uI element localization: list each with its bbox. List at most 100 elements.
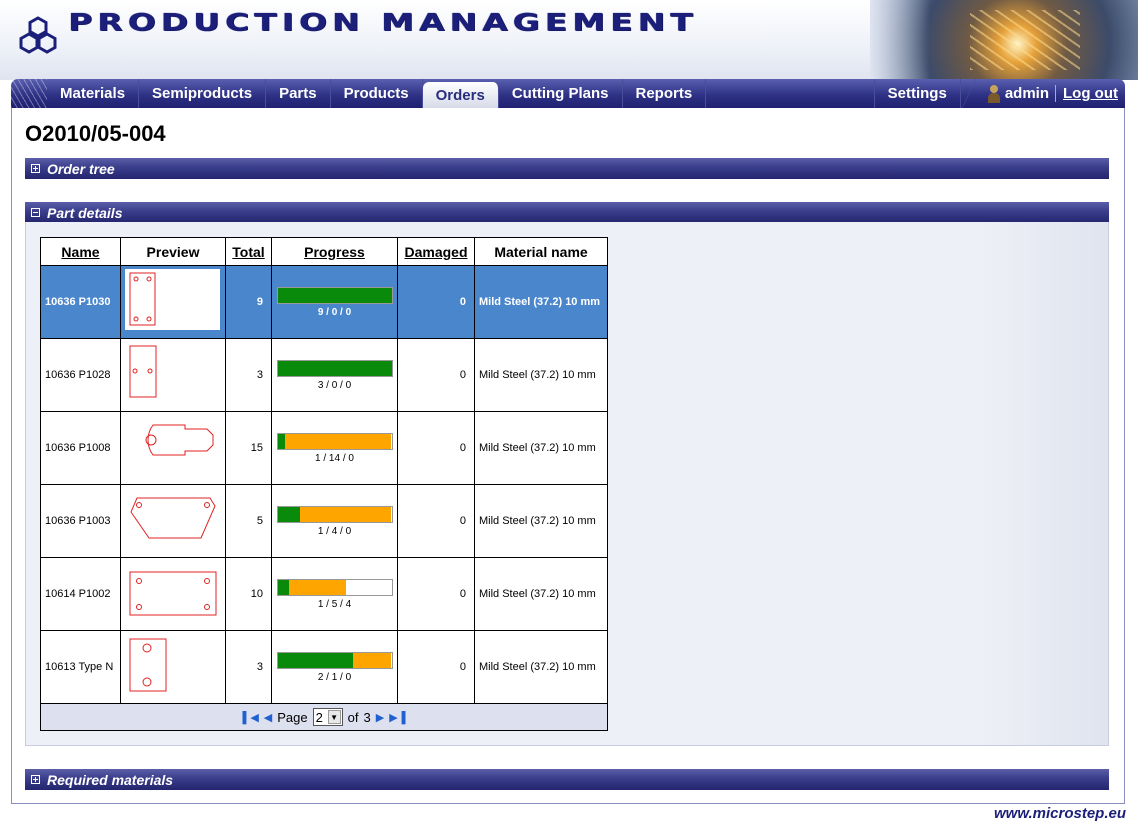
prev-page-icon[interactable]: ◀ bbox=[264, 711, 272, 724]
progress-bar bbox=[276, 578, 393, 596]
column-progress[interactable]: Progress bbox=[272, 238, 398, 265]
header-photo bbox=[870, 0, 1138, 80]
cell-damaged: 0 bbox=[398, 558, 475, 630]
app-header: PRODUCTION MANAGEMENT bbox=[0, 0, 1138, 80]
cell-name: 10614 P1002 bbox=[41, 558, 121, 630]
column-total[interactable]: Total bbox=[226, 238, 272, 265]
nav-settings[interactable]: Settings bbox=[873, 79, 961, 108]
expand-icon bbox=[31, 775, 40, 784]
panel-required-materials[interactable]: Required materials bbox=[25, 769, 1109, 790]
panel-part-details[interactable]: Part details bbox=[25, 202, 1109, 223]
cell-material: Mild Steel (37.2) 10 mm bbox=[479, 369, 596, 381]
part-preview-image bbox=[125, 634, 220, 695]
cell-total: 9 bbox=[226, 266, 272, 338]
collapse-icon bbox=[31, 208, 40, 217]
nav-orders[interactable]: Orders bbox=[422, 82, 499, 108]
cell-preview bbox=[121, 339, 226, 411]
progress-bar bbox=[276, 505, 393, 523]
user-name: admin bbox=[1004, 85, 1050, 102]
cell-total: 5 bbox=[226, 485, 272, 557]
nav-materials[interactable]: Materials bbox=[47, 79, 140, 108]
pager-page-label: Page bbox=[277, 709, 308, 725]
progress-label: 1 / 4 / 0 bbox=[317, 525, 352, 537]
part-preview-image bbox=[125, 415, 220, 476]
table-row[interactable]: 10636 P1008 15 1 / 14 / 0 0 Mild Steel (… bbox=[41, 412, 607, 485]
cell-progress: 2 / 1 / 0 bbox=[272, 631, 398, 703]
cell-preview bbox=[121, 558, 226, 630]
nav-divider bbox=[960, 79, 977, 108]
cell-damaged: 0 bbox=[398, 631, 475, 703]
app-title: PRODUCTION MANAGEMENT bbox=[68, 8, 698, 37]
column-name[interactable]: Name bbox=[41, 238, 121, 265]
progress-bar bbox=[276, 651, 393, 669]
main-nav: Materials Semiproducts Parts Products Or… bbox=[11, 79, 1125, 108]
cell-preview bbox=[121, 631, 226, 703]
cell-material: Mild Steel (37.2) 10 mm bbox=[479, 661, 596, 673]
page-title: O2010/05-004 bbox=[25, 121, 166, 146]
cell-name: 10636 P1030 bbox=[41, 266, 121, 338]
progress-bar bbox=[276, 432, 393, 450]
part-preview-image bbox=[125, 561, 220, 622]
table-header: Name Preview Total Progress Damaged Mate… bbox=[41, 238, 607, 266]
cell-material: Mild Steel (37.2) 10 mm bbox=[479, 442, 596, 454]
cell-total: 3 bbox=[226, 339, 272, 411]
cell-material: Mild Steel (37.2) 10 mm bbox=[479, 588, 596, 600]
progress-label: 3 / 0 / 0 bbox=[317, 379, 352, 391]
part-preview-image bbox=[125, 488, 220, 549]
user-icon bbox=[987, 84, 1001, 103]
first-page-icon[interactable]: ▌◀ bbox=[243, 711, 259, 724]
cell-progress: 9 / 0 / 0 bbox=[272, 266, 398, 338]
panel-title: Required materials bbox=[47, 771, 174, 788]
cell-material: Mild Steel (37.2) 10 mm bbox=[479, 296, 601, 308]
part-preview-image bbox=[125, 269, 220, 330]
table-row[interactable]: 10636 P1003 5 1 / 4 / 0 0 Mild Steel (37… bbox=[41, 485, 607, 558]
logout-link[interactable]: Log out bbox=[1056, 79, 1125, 108]
cell-progress: 3 / 0 / 0 bbox=[272, 339, 398, 411]
nav-decoration bbox=[11, 79, 47, 108]
footer-link[interactable]: www.microstep.eu bbox=[994, 805, 1126, 822]
panel-title: Part details bbox=[47, 204, 123, 221]
nav-parts[interactable]: Parts bbox=[266, 79, 331, 108]
nav-reports[interactable]: Reports bbox=[623, 79, 707, 108]
cell-total: 3 bbox=[226, 631, 272, 703]
part-details-body: Name Preview Total Progress Damaged Mate… bbox=[25, 222, 1109, 746]
expand-icon bbox=[31, 164, 40, 173]
main-content: O2010/05-004 Order tree Part details Nam… bbox=[11, 108, 1125, 804]
cell-name: 10636 P1003 bbox=[41, 485, 121, 557]
cell-preview bbox=[121, 412, 226, 484]
cell-material: Mild Steel (37.2) 10 mm bbox=[479, 515, 596, 527]
table-row[interactable]: 10636 P1030 9 9 / 0 / 0 0 Mild Steel (37… bbox=[41, 266, 607, 339]
cell-preview bbox=[121, 266, 226, 338]
cell-name: 10636 P1028 bbox=[41, 339, 121, 411]
cell-damaged: 0 bbox=[398, 485, 475, 557]
table-row[interactable]: 10614 P1002 10 1 / 5 / 4 0 Mild Steel (3… bbox=[41, 558, 607, 631]
cell-progress: 1 / 5 / 4 bbox=[272, 558, 398, 630]
nav-semiproducts[interactable]: Semiproducts bbox=[139, 79, 267, 108]
cell-total: 10 bbox=[226, 558, 272, 630]
progress-bar bbox=[276, 286, 393, 304]
cell-damaged: 0 bbox=[398, 412, 475, 484]
page-select[interactable]: 2 ▼ bbox=[312, 708, 343, 726]
last-page-icon[interactable]: ▶▐ bbox=[389, 711, 405, 724]
progress-label: 9 / 0 / 0 bbox=[317, 306, 352, 318]
column-damaged[interactable]: Damaged bbox=[398, 238, 475, 265]
nav-products[interactable]: Products bbox=[331, 79, 423, 108]
parts-table: Name Preview Total Progress Damaged Mate… bbox=[40, 237, 608, 731]
nav-cutting-plans[interactable]: Cutting Plans bbox=[499, 79, 623, 108]
progress-label: 2 / 1 / 0 bbox=[317, 671, 352, 683]
next-page-icon[interactable]: ▶ bbox=[376, 711, 384, 724]
table-pager: ▌◀ ◀ Page 2 ▼ of 3 ▶ ▶▐ bbox=[41, 704, 607, 730]
cell-name: 10636 P1008 bbox=[41, 412, 121, 484]
column-preview: Preview bbox=[121, 238, 226, 265]
progress-label: 1 / 5 / 4 bbox=[317, 598, 352, 610]
panel-order-tree[interactable]: Order tree bbox=[25, 158, 1109, 179]
hexagon-logo-icon bbox=[19, 16, 57, 54]
progress-bar bbox=[276, 359, 393, 377]
cell-progress: 1 / 14 / 0 bbox=[272, 412, 398, 484]
chevron-down-icon: ▼ bbox=[327, 710, 341, 724]
table-row[interactable]: 10636 P1028 3 3 / 0 / 0 0 Mild Steel (37… bbox=[41, 339, 607, 412]
cell-preview bbox=[121, 485, 226, 557]
table-row[interactable]: 10613 Type N 3 2 / 1 / 0 0 Mild Steel (3… bbox=[41, 631, 607, 704]
column-material: Material name bbox=[494, 243, 588, 260]
pager-total-pages: 3 bbox=[363, 709, 371, 725]
